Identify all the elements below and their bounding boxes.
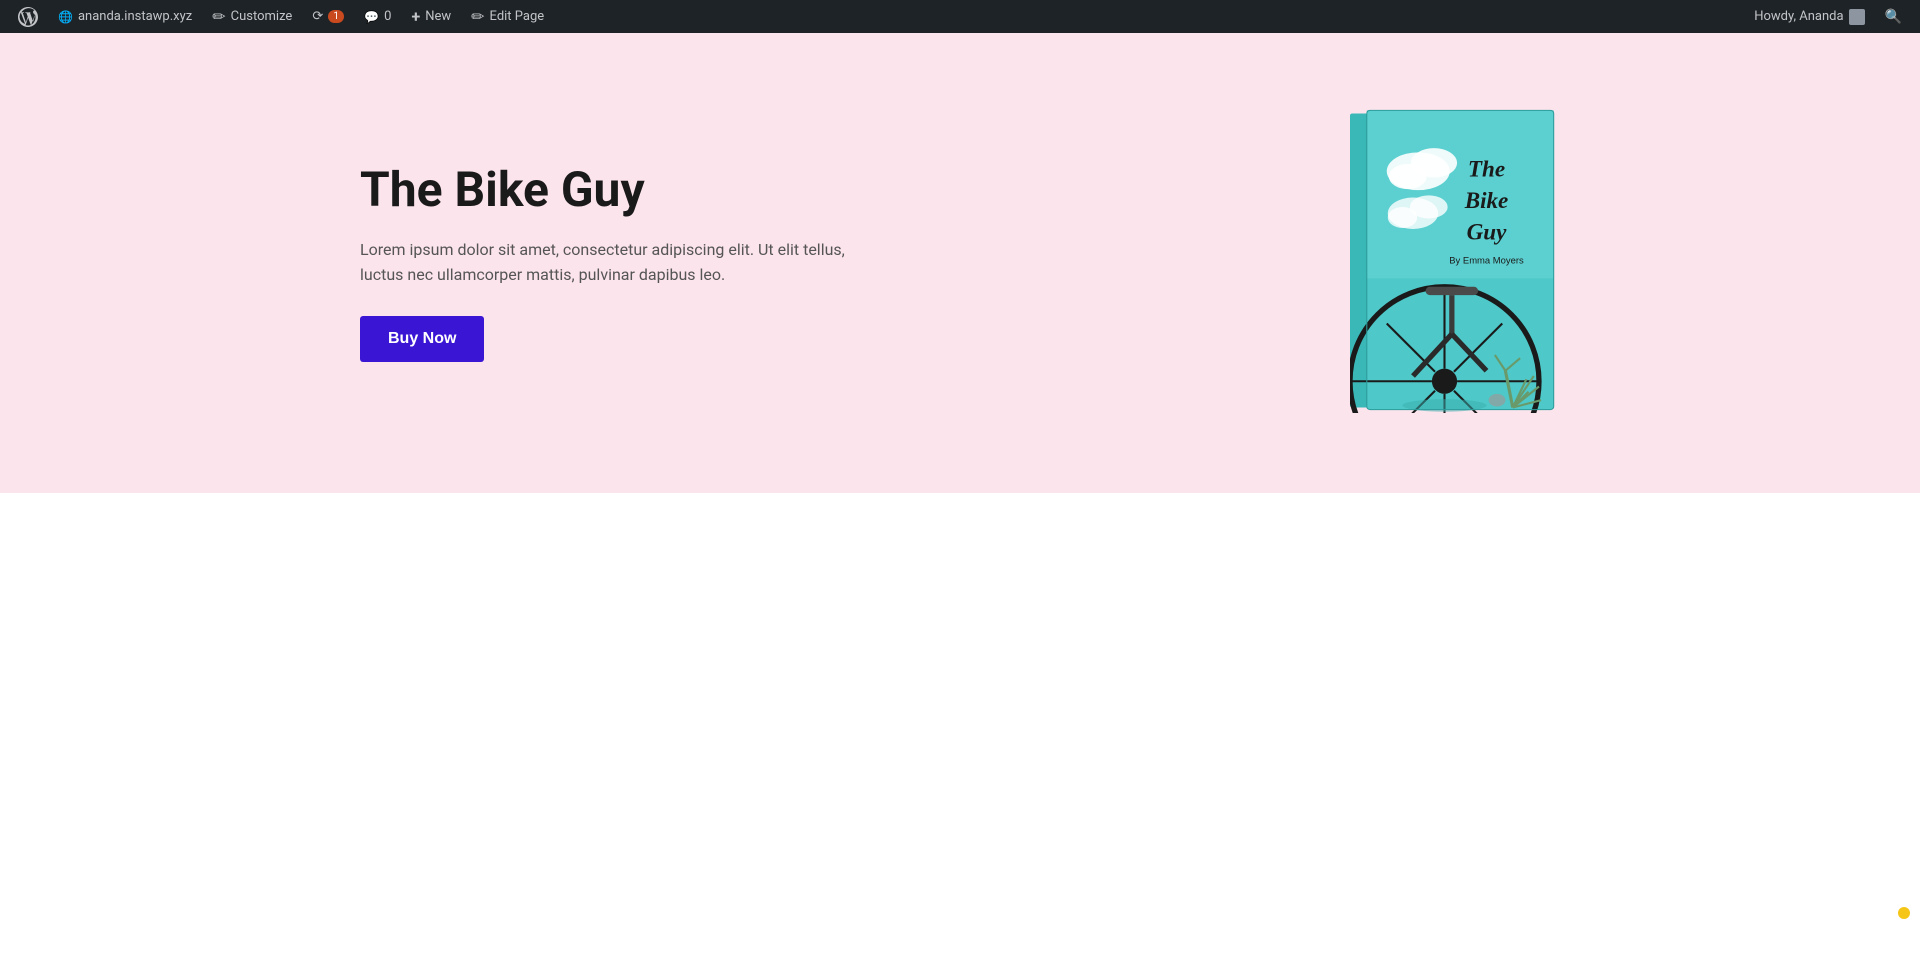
adminbar-updates[interactable]: ⟳ 1 <box>302 0 354 33</box>
comments-count: 0 <box>384 9 391 24</box>
svg-text:By Emma Moyers: By Emma Moyers <box>1449 256 1524 267</box>
globe-icon <box>58 10 73 24</box>
adminbar-comments[interactable]: 0 <box>354 0 401 33</box>
hero-title: The Bike Guy <box>360 164 860 217</box>
hero-description: Lorem ipsum dolor sit amet, consectetur … <box>360 237 860 288</box>
user-avatar <box>1849 9 1865 25</box>
page-wrapper: The Bike Guy Lorem ipsum dolor sit amet,… <box>0 33 1920 953</box>
howdy-text: Howdy, Ananda <box>1754 9 1843 24</box>
comment-icon <box>364 10 379 24</box>
search-icon: 🔍 <box>1885 9 1902 25</box>
new-label: New <box>425 9 451 24</box>
hero-content: The Bike Guy Lorem ipsum dolor sit amet,… <box>360 108 1560 418</box>
svg-text:The: The <box>1468 156 1505 182</box>
plus-icon <box>411 7 420 26</box>
pencil-icon <box>212 7 225 26</box>
admin-bar: ananda.instawp.xyz Customize ⟳ 1 0 New E… <box>0 0 1920 33</box>
adminbar-new[interactable]: New <box>401 0 461 33</box>
wp-logo-item[interactable] <box>8 0 48 33</box>
svg-text:Guy: Guy <box>1467 219 1508 245</box>
edit-pencil-icon <box>471 7 484 26</box>
adminbar-howdy[interactable]: Howdy, Ananda <box>1744 0 1874 33</box>
book-cover: The Bike Guy By Emma Moyers <box>1350 108 1560 418</box>
site-name-label: ananda.instawp.xyz <box>78 9 192 24</box>
updates-icon: ⟳ <box>312 9 323 24</box>
adminbar-site-name[interactable]: ananda.instawp.xyz <box>48 0 202 33</box>
svg-text:Bike: Bike <box>1464 187 1509 213</box>
adminbar-right: Howdy, Ananda 🔍 <box>1744 0 1912 33</box>
adminbar-customize[interactable]: Customize <box>202 0 302 33</box>
hero-section: The Bike Guy Lorem ipsum dolor sit amet,… <box>0 33 1920 493</box>
below-hero-section <box>0 493 1920 953</box>
customize-label: Customize <box>231 9 293 24</box>
adminbar-edit-page[interactable]: Edit Page <box>461 0 554 33</box>
adminbar-left: ananda.instawp.xyz Customize ⟳ 1 0 New E… <box>8 0 1744 33</box>
buy-now-button[interactable]: Buy Now <box>360 316 484 362</box>
updates-badge: 1 <box>328 10 344 23</box>
hero-text: The Bike Guy Lorem ipsum dolor sit amet,… <box>360 164 860 362</box>
yellow-dot-indicator <box>1898 907 1910 919</box>
adminbar-search[interactable]: 🔍 <box>1875 0 1912 33</box>
edit-page-label: Edit Page <box>490 9 545 24</box>
